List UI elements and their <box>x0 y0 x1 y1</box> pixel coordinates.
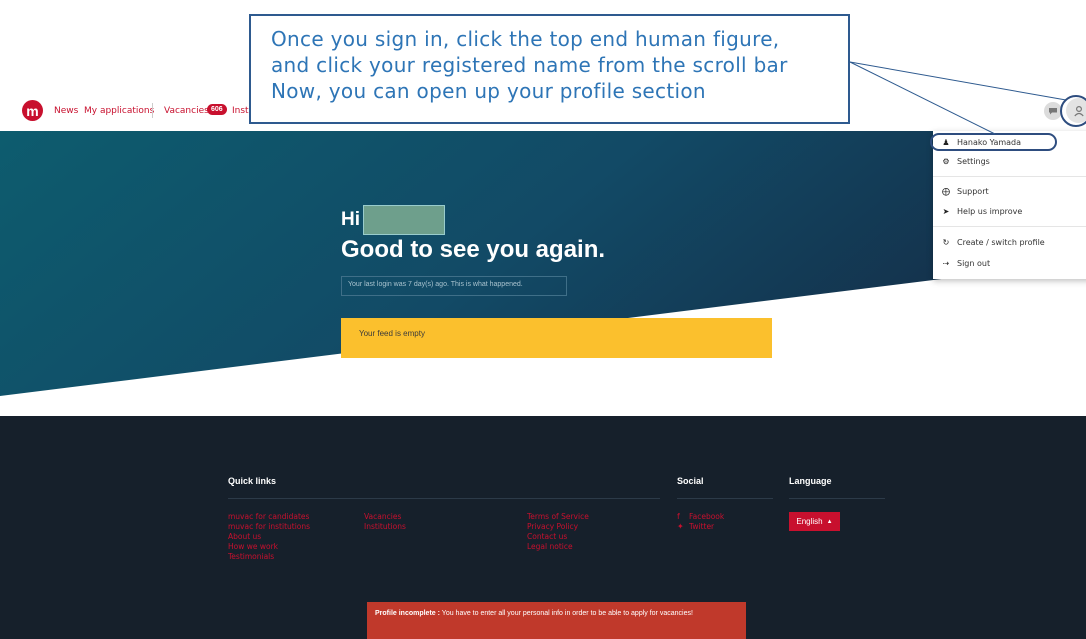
language-heading: Language <box>789 476 832 486</box>
footer-link[interactable]: muvac for institutions <box>228 522 310 532</box>
footer-link[interactable]: Privacy Policy <box>527 522 589 532</box>
sign-out-icon: ⇢ <box>942 258 950 268</box>
footer-link[interactable]: How we work <box>228 542 310 552</box>
social-links: f Facebook ✦ Twitter <box>677 512 724 532</box>
menu-item-create-switch-profile[interactable]: ↻ Create / switch profile <box>941 235 1045 249</box>
language-select-button[interactable]: English ▲ <box>789 512 840 531</box>
callout-line: Once you sign in, click the top end huma… <box>271 27 780 51</box>
caret-up-icon: ▲ <box>826 518 833 525</box>
footer-link[interactable]: Legal notice <box>527 542 589 552</box>
user-dropdown-menu: ♟ Hanako Yamada ⚙ Settings ⨁ Support ➤ H… <box>933 131 1086 279</box>
quick-links-heading: Quick links <box>228 476 277 486</box>
callout-line: Now, you can open up your profile sectio… <box>271 79 706 103</box>
footer-link[interactable]: Contact us <box>527 532 589 542</box>
nav-vacancies[interactable]: Vacancies <box>164 106 209 116</box>
vacancies-count-badge: 606 <box>207 104 227 115</box>
quick-links-col-1: muvac for candidates muvac for instituti… <box>228 512 310 562</box>
facebook-icon: f <box>677 512 680 521</box>
footer-link[interactable]: muvac for candidates <box>228 512 310 522</box>
profile-name-highlight-ring <box>930 133 1057 151</box>
alert-text: You have to enter all your personal info… <box>439 610 693 617</box>
footer-rule <box>228 498 660 499</box>
menu-item-help-improve[interactable]: ➤ Help us improve <box>941 204 1023 218</box>
human-figure-icon <box>1073 105 1084 116</box>
menu-item-settings[interactable]: ⚙ Settings <box>941 154 989 168</box>
footer-rule <box>677 498 773 499</box>
nav-institutions[interactable]: Inst <box>232 106 249 116</box>
footer-link[interactable]: About us <box>228 532 310 542</box>
lifebuoy-icon: ⨁ <box>942 186 950 196</box>
twitter-link[interactable]: ✦ Twitter <box>677 522 724 532</box>
alert-title: Profile incomplete : <box>375 610 440 617</box>
menu-item-sign-out[interactable]: ⇢ Sign out <box>941 256 990 270</box>
user-menu-button[interactable] <box>1066 98 1086 123</box>
facebook-link[interactable]: f Facebook <box>677 512 724 522</box>
feed-status-panel: Your feed is empty <box>341 318 772 358</box>
footer-rule <box>789 498 885 499</box>
nav-news[interactable]: News <box>54 106 78 116</box>
refresh-icon: ↻ <box>942 237 950 247</box>
menu-divider <box>933 176 1086 177</box>
last-login-notice: Your last login was 7 day(s) ago. This i… <box>341 276 567 296</box>
instruction-callout: Once you sign in, click the top end huma… <box>249 14 850 124</box>
footer-link[interactable]: Institutions <box>364 522 406 532</box>
profile-incomplete-alert: Profile incomplete : You have to enter a… <box>367 602 746 639</box>
muvac-logo[interactable]: m <box>22 100 43 121</box>
footer-link[interactable]: Vacancies <box>364 512 406 522</box>
rocket-icon: ➤ <box>942 206 950 216</box>
gear-icon: ⚙ <box>942 156 950 166</box>
feed-status-text: Your feed is empty <box>359 329 425 338</box>
greeting-row: Hi <box>341 205 445 235</box>
chat-button[interactable] <box>1044 102 1062 120</box>
hero-background <box>0 131 1086 396</box>
nav-my-applications[interactable]: My applications <box>84 106 154 116</box>
menu-item-support[interactable]: ⨁ Support <box>941 184 989 198</box>
quick-links-col-2: Vacancies Institutions <box>364 512 406 532</box>
chat-icon <box>1049 108 1057 115</box>
menu-divider <box>933 226 1086 227</box>
callout-line: and click your registered name from the … <box>271 53 788 77</box>
footer-link[interactable]: Terms of Service <box>527 512 589 522</box>
nav-separator <box>152 103 153 118</box>
quick-links-col-3: Terms of Service Privacy Policy Contact … <box>527 512 589 552</box>
social-heading: Social <box>677 476 704 486</box>
footer-link[interactable]: Testimonials <box>228 552 310 562</box>
greeting-text: Hi <box>341 209 360 230</box>
redacted-name-box <box>363 205 445 235</box>
twitter-icon: ✦ <box>677 522 684 531</box>
welcome-heading: Good to see you again. <box>341 236 606 263</box>
